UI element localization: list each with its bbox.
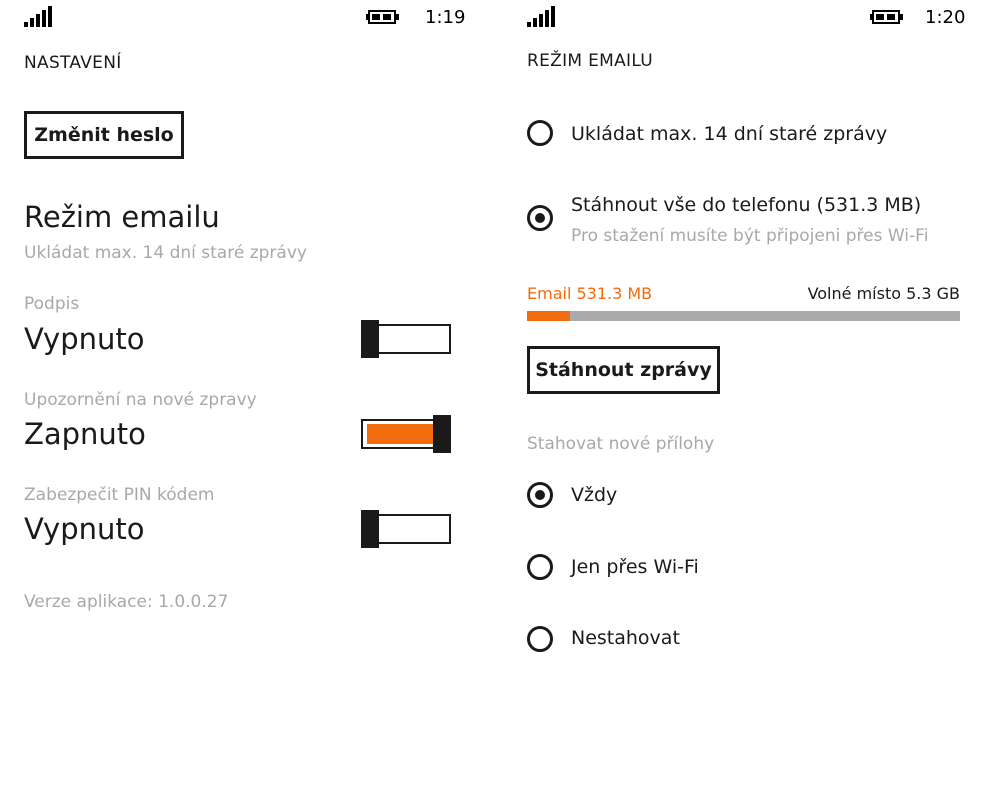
email-size-label: Email 531.3 MB (527, 284, 653, 303)
page-title: REŽIM EMAILU (527, 51, 654, 71)
app-version: Verze aplikace: 1.0.0.27 (24, 592, 229, 612)
email-mode-screen: 1:20 REŽIM EMAILU Ukládat max. 14 dní st… (500, 0, 990, 800)
page-title: NASTAVENÍ (24, 53, 122, 73)
radio-button[interactable] (527, 482, 553, 508)
storage-used-fill (527, 311, 571, 321)
signature-label: Podpis (24, 294, 80, 314)
pin-label: Zabezpečit PIN kódem (24, 485, 215, 505)
attachment-option-label: Nestahovat (571, 627, 680, 649)
radio-button[interactable] (527, 205, 553, 231)
radio-button[interactable] (527, 554, 553, 580)
email-mode-title: Režim emailu (24, 200, 220, 234)
attachments-label: Stahovat nové přílohy (527, 434, 715, 454)
signal-icon (527, 5, 559, 27)
mode-option-label: Ukládat max. 14 dní staré zprávy (571, 123, 888, 145)
notifications-value: Zapnuto (24, 417, 146, 451)
signature-toggle[interactable] (361, 320, 455, 358)
toggle-fill (367, 424, 433, 444)
signature-value: Vypnuto (24, 322, 145, 356)
free-space-label: Volné místo 5.3 GB (807, 284, 960, 303)
clock: 1:19 (425, 7, 466, 28)
battery-charging-icon (870, 10, 903, 24)
radio-button[interactable] (527, 626, 553, 652)
storage-usage-bar (527, 311, 960, 321)
mode-option-sublabel: Pro stažení musíte být připojeni přes Wi… (571, 226, 929, 246)
mode-option-label: Stáhnout vše do telefonu (531.3 MB) (571, 194, 922, 216)
email-mode-value: Ukládat max. 14 dní staré zprávy (24, 243, 307, 263)
download-messages-button[interactable]: Stáhnout zprávy (527, 346, 720, 394)
toggle-thumb (361, 320, 379, 358)
signal-icon (24, 5, 56, 27)
attachment-option-label: Jen přes Wi-Fi (571, 556, 699, 578)
notifications-label: Upozornění na nové zpravy (24, 390, 257, 410)
settings-screen: 1:19 NASTAVENÍ Změnit heslo Režim emailu… (0, 0, 490, 800)
pin-value: Vypnuto (24, 512, 145, 546)
radio-button[interactable] (527, 120, 553, 146)
clock: 1:20 (925, 7, 966, 28)
pin-toggle[interactable] (361, 510, 455, 548)
battery-charging-icon (366, 10, 399, 24)
change-password-button[interactable]: Změnit heslo (24, 111, 184, 159)
notifications-toggle[interactable] (361, 415, 455, 453)
toggle-thumb (361, 510, 379, 548)
toggle-thumb (433, 415, 451, 453)
attachment-option-label: Vždy (571, 484, 618, 506)
